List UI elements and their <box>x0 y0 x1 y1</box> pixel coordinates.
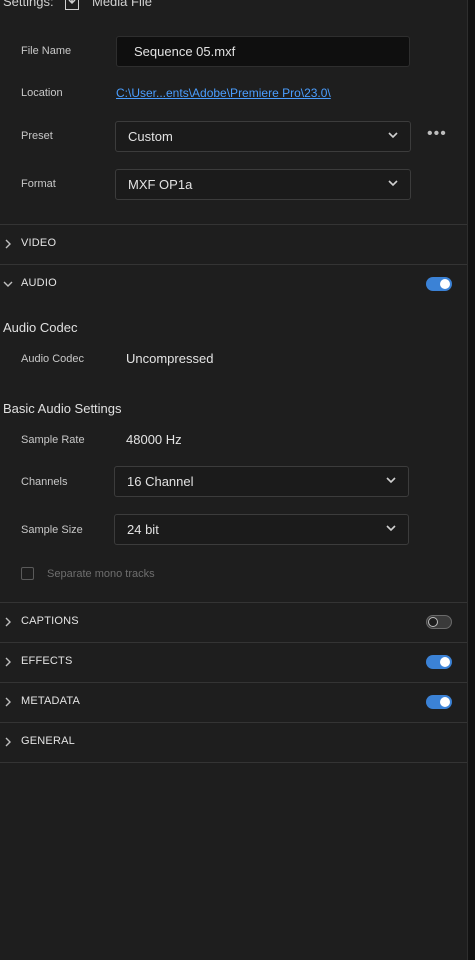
effects-toggle[interactable] <box>426 655 452 669</box>
preset-label: Preset <box>21 130 53 142</box>
sample-size-label: Sample Size <box>21 524 83 536</box>
separate-mono-checkbox[interactable] <box>21 567 34 580</box>
section-general[interactable]: GENERAL <box>0 722 467 762</box>
captions-toggle[interactable] <box>426 615 452 629</box>
section-title: METADATA <box>21 695 81 707</box>
sample-size-value: 24 bit <box>127 522 159 537</box>
format-value: MXF OP1a <box>128 177 193 192</box>
format-label: Format <box>21 178 56 190</box>
preset-row: Preset Custom ••• <box>0 121 467 152</box>
chevron-down-icon <box>386 477 396 484</box>
channels-value: 16 Channel <box>127 474 194 489</box>
file-name-input[interactable]: Sequence 05.mxf <box>116 36 410 67</box>
chevron-down-icon <box>386 525 396 532</box>
section-audio[interactable]: AUDIO <box>0 264 467 304</box>
section-effects[interactable]: EFFECTS <box>0 642 467 682</box>
section-title: GENERAL <box>21 735 75 747</box>
sample-rate-label: Sample Rate <box>21 434 85 446</box>
section-title: VIDEO <box>21 237 57 249</box>
audio-codec-label: Audio Codec <box>21 353 84 365</box>
location-row: Location C:\User...ents\Adobe\Premiere P… <box>0 86 467 104</box>
chevron-right-icon <box>5 617 11 627</box>
section-video[interactable]: VIDEO <box>0 224 467 264</box>
chevron-down-icon <box>388 180 398 187</box>
chevron-down-icon <box>3 281 13 287</box>
file-name-value: Sequence 05.mxf <box>134 44 236 59</box>
format-row: Format MXF OP1a <box>0 169 467 200</box>
chevron-right-icon <box>5 239 11 249</box>
panel-right-border <box>467 0 475 960</box>
audio-toggle[interactable] <box>426 277 452 291</box>
format-dropdown[interactable]: MXF OP1a <box>115 169 411 200</box>
section-title: EFFECTS <box>21 655 73 667</box>
audio-codec-heading: Audio Codec <box>3 320 78 335</box>
settings-label: Settings: <box>3 0 54 9</box>
basic-audio-heading: Basic Audio Settings <box>3 401 122 416</box>
chevron-right-icon <box>5 657 11 667</box>
sample-size-dropdown[interactable]: 24 bit <box>114 514 409 545</box>
section-captions[interactable]: CAPTIONS <box>0 602 467 642</box>
chevron-down-icon <box>388 132 398 139</box>
settings-header: Settings: Media File <box>0 0 467 12</box>
channels-row: Channels 16 Channel <box>0 466 467 497</box>
section-title: AUDIO <box>21 277 57 289</box>
preset-dropdown[interactable]: Custom <box>115 121 411 152</box>
file-name-row: File Name Sequence 05.mxf <box>0 36 467 67</box>
media-file-label: Media File <box>92 0 152 9</box>
preset-value: Custom <box>128 129 173 144</box>
location-link[interactable]: C:\User...ents\Adobe\Premiere Pro\23.0\ <box>116 86 331 100</box>
channels-dropdown[interactable]: 16 Channel <box>114 466 409 497</box>
sample-size-row: Sample Size 24 bit <box>0 514 467 545</box>
section-metadata[interactable]: METADATA <box>0 682 467 722</box>
metadata-toggle[interactable] <box>426 695 452 709</box>
divider <box>0 762 467 763</box>
channels-label: Channels <box>21 476 68 488</box>
sample-rate-value: 48000 Hz <box>126 432 182 447</box>
download-icon[interactable] <box>65 0 79 10</box>
location-label: Location <box>21 87 63 99</box>
chevron-right-icon <box>5 737 11 747</box>
section-title: CAPTIONS <box>21 615 79 627</box>
more-options-icon[interactable]: ••• <box>427 125 447 143</box>
separate-mono-label: Separate mono tracks <box>47 568 155 580</box>
file-name-label: File Name <box>21 45 72 57</box>
chevron-right-icon <box>5 697 11 707</box>
audio-codec-value: Uncompressed <box>126 351 214 366</box>
